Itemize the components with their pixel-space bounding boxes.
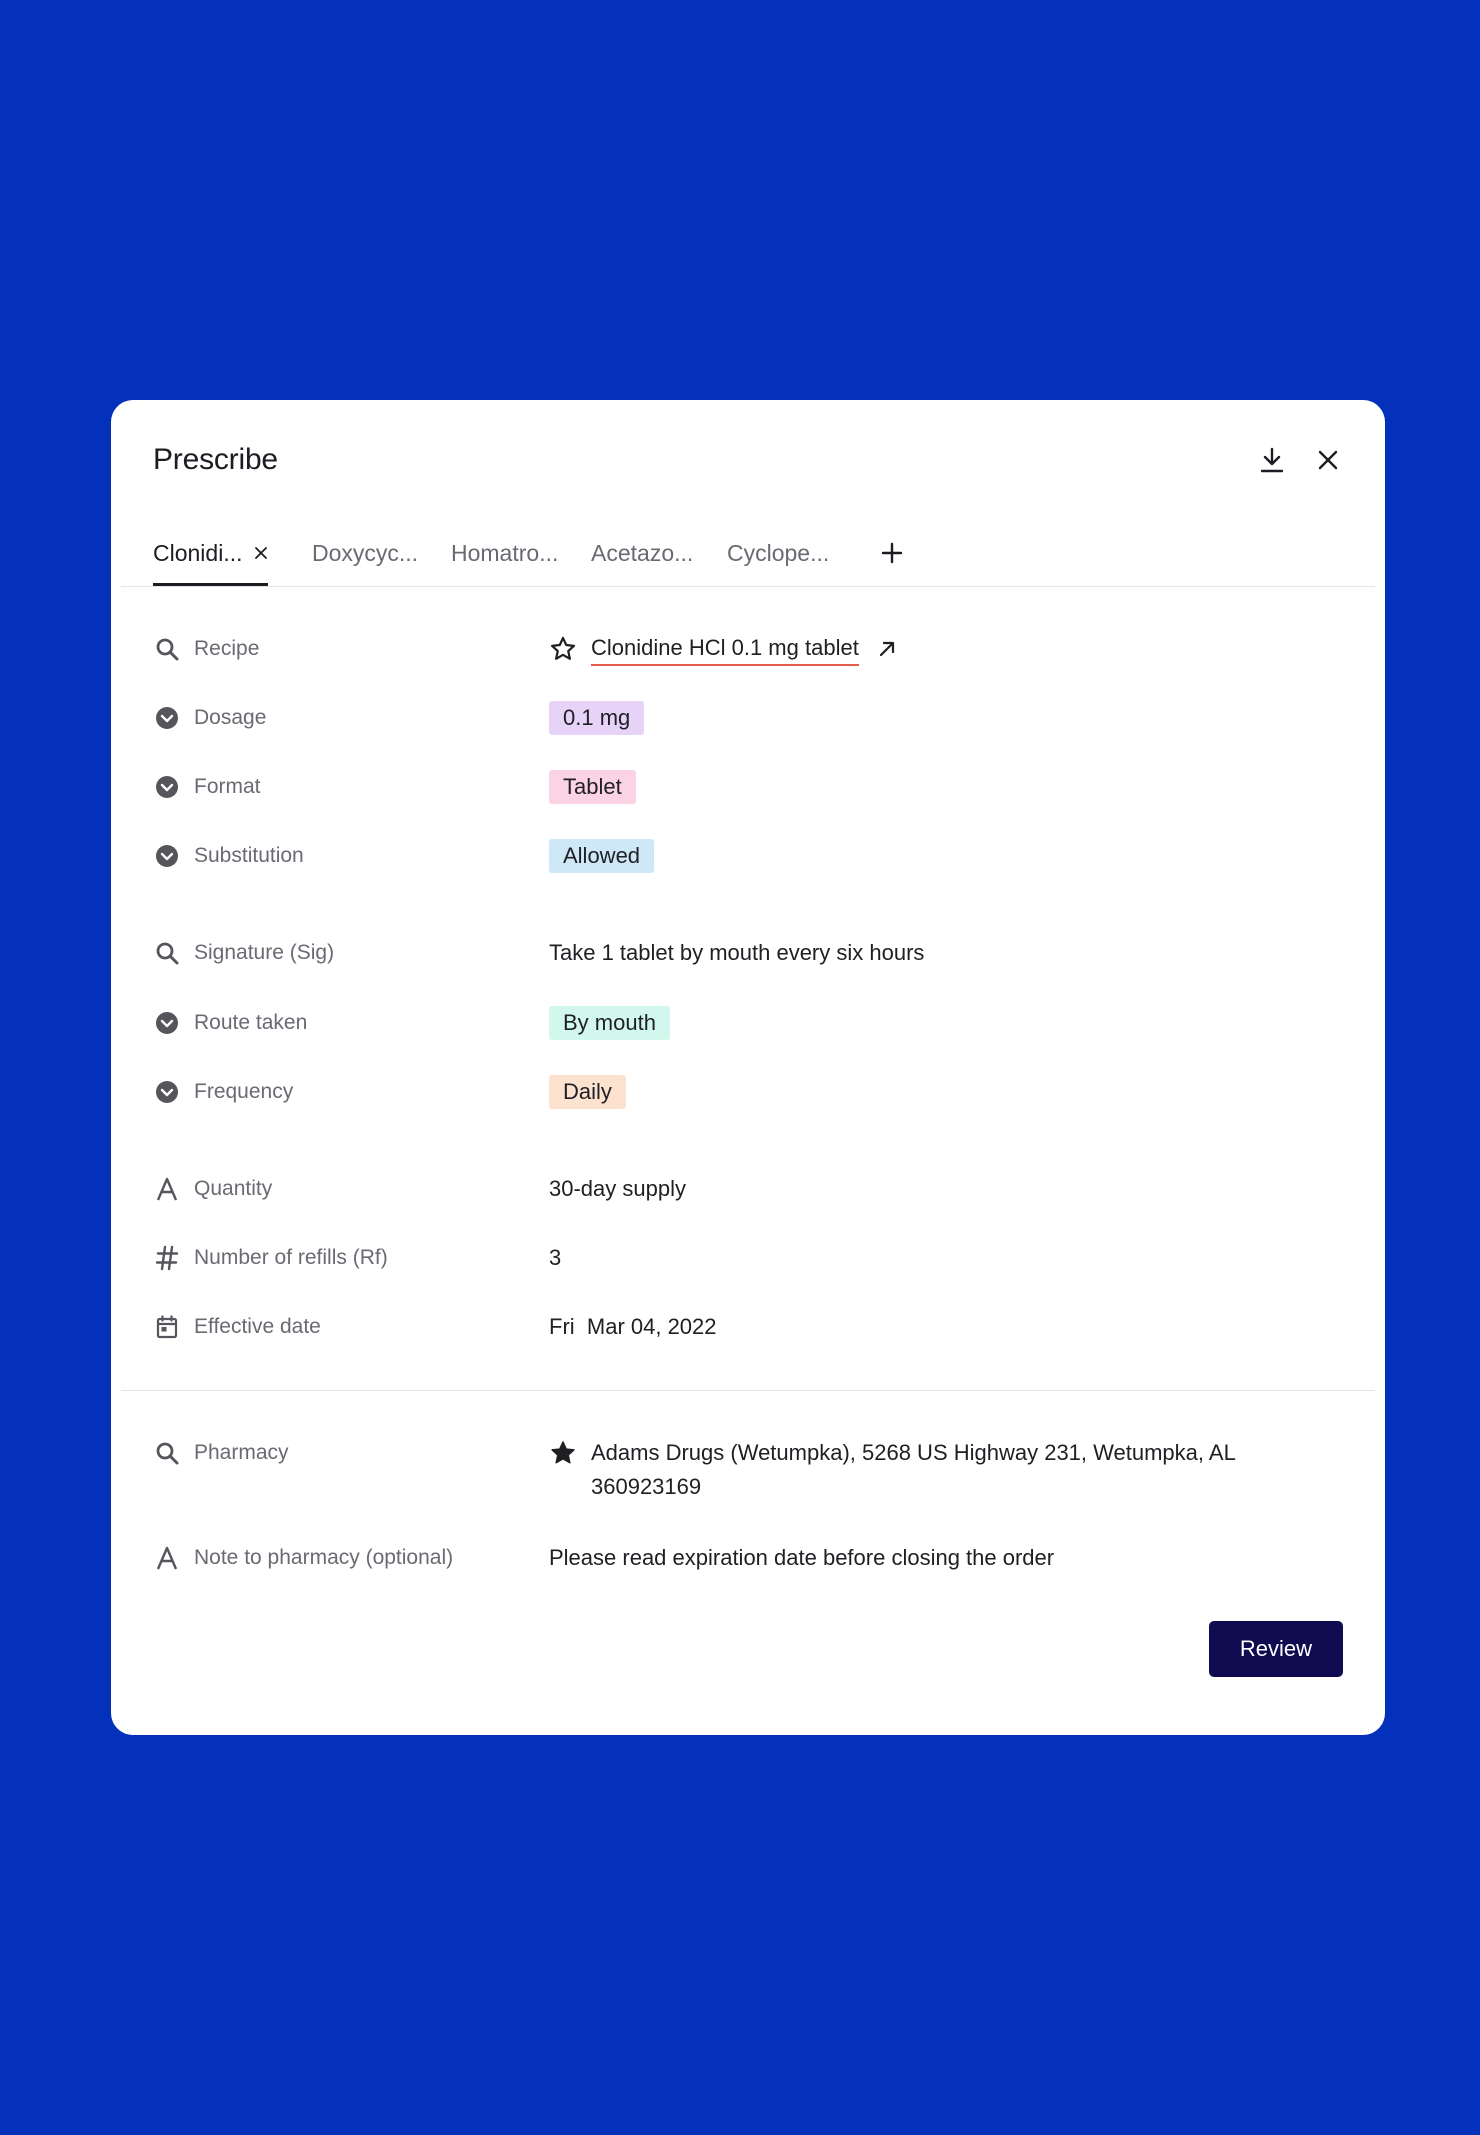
format-label: Format [194,775,261,798]
tab-bar: Clonidi... Doxycyc... Homatro... Acetazo… [121,520,1375,587]
dosage-label: Dosage [194,706,267,729]
chevron-down-circle-icon [153,704,181,732]
format-row: Format Tablet [153,770,1343,804]
hash-icon [153,1244,181,1272]
chevron-down-circle-icon [153,1009,181,1037]
recipe-row: Recipe Clonidine HCl 0.1 mg tablet [153,632,1343,666]
quantity-label: Quantity [194,1177,273,1200]
effective-date-label: Effective date [194,1315,321,1338]
text-a-icon [153,1544,181,1572]
effective-date-row: Effective date Fri Mar 04, 2022 [153,1310,1343,1344]
review-button[interactable]: Review [1209,1621,1343,1677]
modal-header: Prescribe [153,440,1343,480]
recipe-value[interactable]: Clonidine HCl 0.1 mg tablet [591,632,859,666]
search-icon [153,635,181,663]
tab-label: Clonidi... [153,539,243,566]
tab-cyclopentolate[interactable]: Cyclope... [727,520,829,586]
favorite-star-filled-icon[interactable] [549,1439,577,1467]
pharmacy-row: Pharmacy Adams Drugs (Wetumpka), 5268 US… [153,1436,1343,1504]
pharmacy-value[interactable]: Adams Drugs (Wetumpka), 5268 US Highway … [591,1436,1343,1504]
note-row: Note to pharmacy (optional) Please read … [153,1541,1343,1575]
tab-homatropine[interactable]: Homatro... [451,520,558,586]
frequency-row: Frequency Daily [153,1075,1343,1109]
chevron-down-circle-icon [153,773,181,801]
effective-date-value[interactable]: Fri Mar 04, 2022 [549,1310,717,1344]
tab-close-icon[interactable] [254,546,268,560]
download-icon[interactable] [1257,445,1287,475]
external-link-icon[interactable] [877,639,897,659]
route-row: Route taken By mouth [153,1006,1343,1040]
search-icon [153,939,181,967]
chevron-down-circle-icon [153,842,181,870]
substitution-row: Substitution Allowed [153,839,1343,873]
tab-label: Acetazo... [591,539,694,566]
format-select[interactable]: Tablet [549,770,636,804]
quantity-row: Quantity 30-day supply [153,1172,1343,1206]
frequency-label: Frequency [194,1080,294,1103]
tab-acetazolamide[interactable]: Acetazo... [591,520,693,586]
tab-label: Doxycyc... [312,539,419,566]
close-icon[interactable] [1313,445,1343,475]
recipe-label: Recipe [194,637,260,660]
tab-label: Cyclope... [727,539,830,566]
search-icon [153,1439,181,1467]
header-actions [1257,445,1343,475]
tab-label: Homatro... [451,539,559,566]
refills-value[interactable]: 3 [549,1241,561,1275]
chevron-down-circle-icon [153,1078,181,1106]
text-a-icon [153,1175,181,1203]
modal-title: Prescribe [153,443,278,476]
refills-row: Number of refills (Rf) 3 [153,1241,1343,1275]
refills-label: Number of refills (Rf) [194,1246,388,1269]
favorite-star-icon[interactable] [549,635,577,663]
prescribe-modal: Prescribe Clonidi... Doxycyc... Homatro.… [111,400,1385,1735]
route-label: Route taken [194,1011,308,1034]
calendar-icon [153,1313,181,1341]
substitution-label: Substitution [194,844,304,867]
dosage-select[interactable]: 0.1 mg [549,701,645,735]
note-value[interactable]: Please read expiration date before closi… [549,1541,1054,1575]
signature-row: Signature (Sig) Take 1 tablet by mouth e… [153,936,1343,970]
pharmacy-label: Pharmacy [194,1441,289,1464]
tab-doxycycline[interactable]: Doxycyc... [312,520,418,586]
tab-clonidine[interactable]: Clonidi... [153,520,269,586]
frequency-select[interactable]: Daily [549,1075,626,1109]
section-divider [121,1390,1375,1391]
note-label: Note to pharmacy (optional) [194,1546,454,1569]
quantity-value[interactable]: 30-day supply [549,1172,686,1206]
signature-label: Signature (Sig) [194,941,335,964]
dosage-row: Dosage 0.1 mg [153,701,1343,735]
route-select[interactable]: By mouth [549,1006,670,1040]
substitution-select[interactable]: Allowed [549,839,655,873]
signature-value[interactable]: Take 1 tablet by mouth every six hours [549,936,924,970]
add-tab-icon[interactable] [877,538,907,568]
